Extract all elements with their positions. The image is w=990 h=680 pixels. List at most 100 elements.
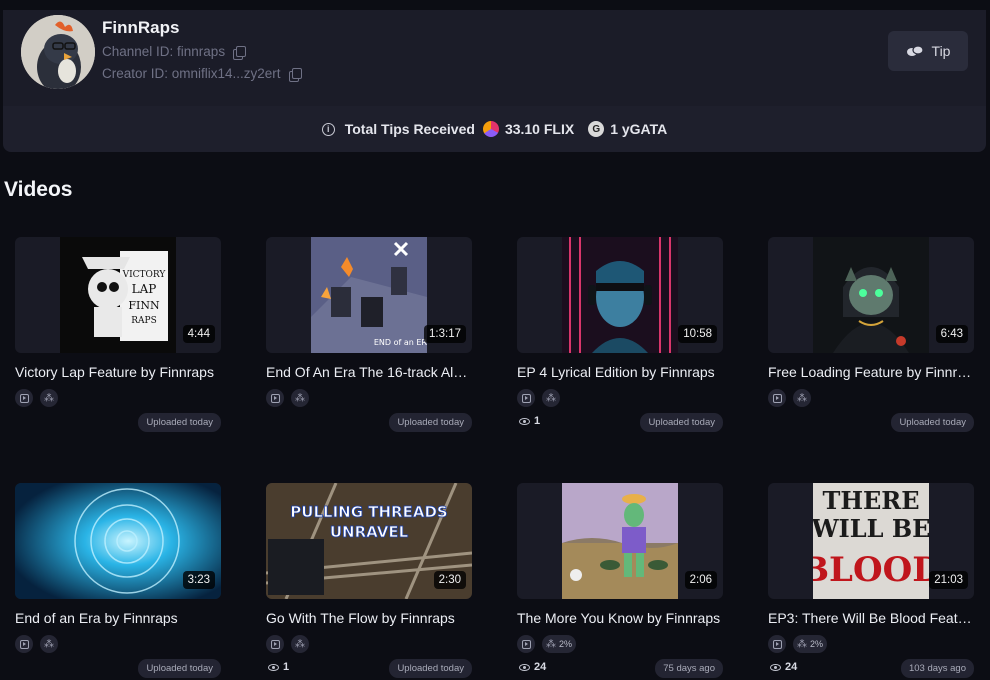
video-card[interactable]: 2:06 The More You Know by Finnraps ⁂ 2% 2… xyxy=(517,483,723,678)
channel-card: FinnRaps Channel ID: finnraps Creator ID… xyxy=(3,10,986,152)
video-thumbnail[interactable]: 6:43 xyxy=(768,237,974,353)
view-count: 24 xyxy=(770,661,797,673)
share-button[interactable]: ⁂ xyxy=(542,389,560,407)
svg-text:LAP: LAP xyxy=(132,282,157,296)
share-button[interactable]: ⁂ xyxy=(291,389,309,407)
share-icon: ⁂ xyxy=(44,638,54,650)
flix-token-icon xyxy=(482,121,499,137)
share-button[interactable]: ⁂ xyxy=(291,635,309,653)
video-card[interactable]: 10:58 EP 4 Lyrical Edition by Finnraps ⁂… xyxy=(517,237,723,432)
view-count: 1 xyxy=(519,415,540,427)
view-count: 1 xyxy=(268,661,289,673)
view-count-value: 24 xyxy=(534,661,547,673)
video-duration: 3:23 xyxy=(182,571,215,589)
video-title[interactable]: Go With The Flow by Finnraps xyxy=(266,610,472,626)
copy-icon[interactable] xyxy=(288,67,302,82)
tip-button[interactable]: Tip xyxy=(888,31,968,71)
videos-heading: Videos xyxy=(4,178,73,201)
video-card[interactable]: THERE WILL BE BLOOD 21:03 EP3: There Wil… xyxy=(768,483,974,678)
creator-id: Creator ID: omniflix14...zy2ert xyxy=(102,66,302,82)
playlist-button[interactable] xyxy=(266,635,284,653)
video-title[interactable]: Victory Lap Feature by Finnraps xyxy=(15,364,221,380)
share-button[interactable]: ⁂ 2% xyxy=(793,635,828,653)
video-thumbnail[interactable]: 3:23 xyxy=(15,483,221,599)
video-duration: 2:30 xyxy=(433,571,466,589)
svg-text:FINN: FINN xyxy=(128,299,160,312)
play-icon xyxy=(521,639,531,649)
play-icon xyxy=(521,393,531,403)
eye-icon xyxy=(519,663,530,671)
video-title[interactable]: End of an Era by Finnraps xyxy=(15,610,221,626)
playlist-button[interactable] xyxy=(517,635,535,653)
channel-id: Channel ID: finnraps xyxy=(102,44,247,60)
share-button[interactable]: ⁂ xyxy=(40,389,58,407)
copy-icon[interactable] xyxy=(233,45,247,60)
video-duration: 4:44 xyxy=(182,325,215,343)
playlist-button[interactable] xyxy=(517,389,535,407)
playlist-button[interactable] xyxy=(768,635,786,653)
video-thumbnail[interactable]: VICTORY LAP FINN RAPS 4:44 xyxy=(15,237,221,353)
share-button[interactable]: ⁂ xyxy=(40,635,58,653)
svg-text:RAPS: RAPS xyxy=(131,316,157,326)
svg-text:WILL BE: WILL BE xyxy=(813,514,929,543)
upload-date-badge: Uploaded today xyxy=(389,659,472,678)
play-icon xyxy=(270,639,280,649)
video-title[interactable]: EP 4 Lyrical Edition by Finnraps xyxy=(517,364,723,380)
play-icon xyxy=(270,393,280,403)
upload-date-badge: Uploaded today xyxy=(891,413,974,432)
info-icon: i xyxy=(321,122,335,136)
video-title[interactable]: The More You Know by Finnraps xyxy=(517,610,723,626)
share-button[interactable]: ⁂ xyxy=(793,389,811,407)
svg-text:END of an ERA: END of an ERA xyxy=(374,338,427,347)
video-card[interactable]: END of an ERA 1:3:17 End Of An Era The 1… xyxy=(266,237,472,432)
video-duration: 6:43 xyxy=(935,325,968,343)
eye-icon xyxy=(519,417,530,425)
playlist-button[interactable] xyxy=(15,635,33,653)
share-icon: ⁂ xyxy=(797,392,807,404)
svg-text:PULLING THREADS: PULLING THREADS xyxy=(290,503,447,521)
channel-id-text: Channel ID: finnraps xyxy=(102,44,226,59)
video-thumbnail[interactable]: 2:06 xyxy=(517,483,723,599)
video-card[interactable]: VICTORY LAP FINN RAPS 4:44 Victory Lap F… xyxy=(15,237,221,432)
video-thumbnail[interactable]: END of an ERA 1:3:17 xyxy=(266,237,472,353)
tip-label: Tip xyxy=(931,43,951,59)
svg-text:VICTORY: VICTORY xyxy=(122,270,167,280)
channel-header: FinnRaps Channel ID: finnraps Creator ID… xyxy=(3,10,986,106)
play-icon xyxy=(772,393,782,403)
tips-label: Total Tips Received xyxy=(344,121,475,137)
coins-icon xyxy=(906,45,924,56)
video-duration: 10:58 xyxy=(678,325,717,343)
share-percentage: 2% xyxy=(559,639,573,649)
eye-icon xyxy=(770,663,781,671)
play-icon xyxy=(772,639,782,649)
upload-date-badge: Uploaded today xyxy=(640,413,723,432)
playlist-button[interactable] xyxy=(266,389,284,407)
share-button[interactable]: ⁂ 2% xyxy=(542,635,577,653)
video-card[interactable]: 3:23 End of an Era by Finnraps ⁂ Uploade… xyxy=(15,483,221,678)
share-icon: ⁂ xyxy=(797,638,807,650)
video-duration: 1:3:17 xyxy=(424,325,466,343)
gata-token-icon: G xyxy=(588,121,605,137)
playlist-button[interactable] xyxy=(768,389,786,407)
playlist-button[interactable] xyxy=(15,389,33,407)
video-thumbnail[interactable]: PULLING THREADS UNRAVEL 2:30 xyxy=(266,483,472,599)
view-count-value: 1 xyxy=(534,415,541,427)
view-count-value: 1 xyxy=(283,661,290,673)
video-title[interactable]: End Of An Era The 16-track Album by Finn… xyxy=(266,364,472,380)
upload-date-badge: 75 days ago xyxy=(655,659,723,678)
video-title[interactable]: Free Loading Feature by Finnraps xyxy=(768,364,974,380)
eye-icon xyxy=(268,663,279,671)
video-thumbnail[interactable]: THERE WILL BE BLOOD 21:03 xyxy=(768,483,974,599)
share-icon: ⁂ xyxy=(295,392,305,404)
tips-summary: i Total Tips Received 33.10 FLIX G 1 yGA… xyxy=(3,106,986,152)
share-icon: ⁂ xyxy=(295,638,305,650)
upload-date-badge: Uploaded today xyxy=(138,413,221,432)
video-card[interactable]: 6:43 Free Loading Feature by Finnraps ⁂ … xyxy=(768,237,974,432)
video-duration: 21:03 xyxy=(929,571,968,589)
video-thumbnail[interactable]: 10:58 xyxy=(517,237,723,353)
avatar[interactable] xyxy=(21,15,95,89)
video-card[interactable]: PULLING THREADS UNRAVEL 2:30 Go With The… xyxy=(266,483,472,678)
video-title[interactable]: EP3: There Will Be Blood Feature xyxy=(768,610,974,626)
view-count-value: 24 xyxy=(785,661,798,673)
tips-flix: 33.10 FLIX xyxy=(504,121,575,137)
